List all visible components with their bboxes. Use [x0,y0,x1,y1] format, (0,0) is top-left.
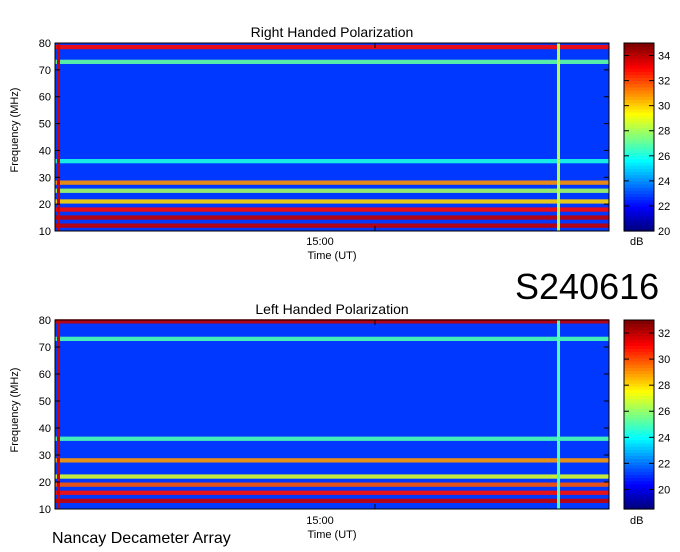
chart-2-band [55,498,609,503]
chart-2-band [55,490,609,495]
chart-1-band [55,188,609,193]
chart-2-colorbar-tick-label: 28 [658,380,670,392]
chart-1-band [55,159,609,164]
chart-1-vline [57,43,60,231]
chart-1-ytick-label: 80 [39,38,51,50]
chart-1-ytick-label: 70 [39,65,51,77]
chart-1-ytick-label: 30 [39,172,51,184]
chart-2-colorbar-step [624,320,654,324]
chart-2-ytick-label: 40 [39,423,51,435]
chart-1-band [55,44,609,50]
chart-1-ytick-label: 40 [39,145,51,157]
chart-2-colorbar-tick-label: 26 [658,406,670,418]
chart-1-colorbar-step [624,43,654,47]
chart-2-ytick-label: 70 [39,342,51,354]
chart-1-ytick-label: 50 [39,119,51,131]
chart-1-colorbar-tick-label: 32 [658,76,670,88]
spectrogram-figure: 10 20 30 40 50 60 70 80 20 22 24 26 28 30 32 34 10 20 30 40… [39,38,671,516]
chart-2-vline [57,320,60,509]
chart-2-colorbar-tick-label: 22 [658,458,670,470]
chart-2-vline [557,320,560,509]
chart-2-colorbar-tick-label: 20 [658,484,670,496]
chart-2-ytick-label: 60 [39,369,51,381]
chart-1-band [55,59,609,64]
chart-1-band [55,199,609,204]
chart-2-ytick-label: 10 [39,504,51,516]
chart-2-band [55,482,609,487]
chart-1-band [55,223,609,228]
chart-1-colorbar-tick-label: 24 [658,176,670,188]
chart-1-colorbar-tick-label: 26 [658,151,670,163]
chart-1-colorbar-tick-label: 20 [658,226,670,238]
chart-2-colorbar-tick-label: 24 [658,432,670,444]
chart-1-ytick-label: 20 [39,199,51,211]
chart-2-band [55,436,609,441]
chart-1-band [55,215,609,220]
chart-2-colorbar-tick-label: 30 [658,354,670,366]
chart-2-colorbar-tick-label: 32 [658,328,670,340]
chart-2-band [55,458,609,463]
chart-2-ytick-label: 30 [39,450,51,462]
chart-1-ytick-label: 60 [39,92,51,104]
chart-2-ytick-label: 20 [39,477,51,489]
chart-1-band [55,180,609,185]
chart-2-band [55,336,609,341]
chart-2-background [55,320,609,509]
chart-1-band [55,207,609,212]
chart-1-ytick-label: 10 [39,226,51,238]
chart-2-band [55,474,609,479]
chart-2-ytick-label: 50 [39,396,51,408]
chart-1-colorbar-tick-label: 34 [658,51,670,63]
chart-2-ytick-label: 80 [39,315,51,327]
chart-1-colorbar-tick-label: 22 [658,201,670,213]
chart-1-colorbar-tick-label: 30 [658,101,670,113]
chart-1-vline [557,43,560,231]
chart-1-colorbar-tick-label: 28 [658,126,670,138]
